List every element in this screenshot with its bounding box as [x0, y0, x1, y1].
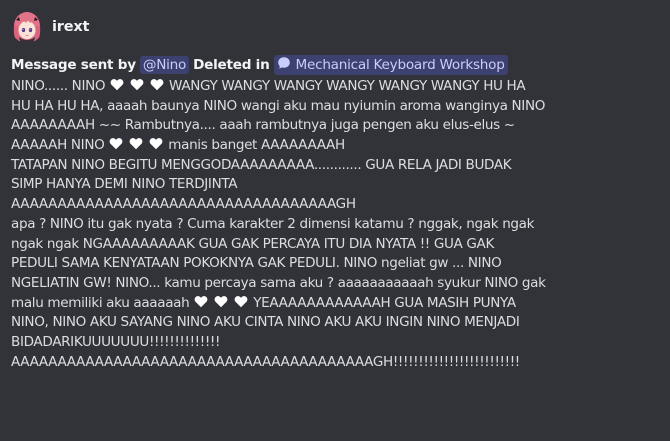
message-text [124, 137, 128, 153]
message-text [125, 78, 129, 94]
message-text: NINO...... NINO [11, 78, 110, 94]
channel-name: Mechanical Keyboard Workshop [295, 56, 505, 73]
message-text: AAAAAAAAAAAAAAAAAAAAAAAAAAAAAAAAAAAGH [11, 196, 356, 213]
white-heart-icon [150, 78, 164, 91]
message-line: ngak ngak NGAAAAAAAAAK GUA GAK PERCAYA I… [11, 235, 670, 255]
deleted-message-header: Message sent by @Nino Deleted in Mechani… [11, 53, 670, 76]
user-avatar[interactable] [11, 11, 43, 43]
message-line: NGELIATIN GW! NINO... kamu percaya sama … [11, 274, 670, 294]
message-text: BIDADARIKUUUUUUU!!!!!!!!!!!!!! [11, 333, 221, 350]
message-line: apa ? NINO itu gak nyata ? Cuma karakter… [11, 215, 670, 235]
message-line: HU HA HU HA, aaaah baunya NINO wangi aku… [11, 97, 670, 117]
user-mention[interactable]: @Nino [139, 55, 190, 74]
message-line: NINO, NINO AKU SAYANG NINO AKU CINTA NIN… [11, 313, 670, 333]
message-content: NINO...... NINO WANGY WANGY WANGY WANGY … [11, 77, 670, 372]
thread-bubble-icon [277, 56, 291, 74]
white-heart-icon [130, 78, 144, 91]
message-text: malu memiliki aku aaaaaah [11, 294, 194, 311]
message-text: AAAAAAAAH ~~ Rambutnya.... aaah rambutny… [11, 117, 515, 134]
white-heart-icon [110, 78, 124, 91]
message-text: ngak ngak NGAAAAAAAAAK GUA GAK PERCAYA I… [11, 235, 495, 252]
header-prefix: Message sent by [11, 56, 136, 73]
message-text: TATAPAN NINO BEGITU MENGGODAAAAAAAAA....… [11, 156, 512, 173]
deleted-label: Deleted in [193, 56, 270, 73]
message-line: TATAPAN NINO BEGITU MENGGODAAAAAAAAA....… [11, 156, 670, 176]
white-heart-icon [234, 295, 248, 308]
message-text: apa ? NINO itu gak nyata ? Cuma karakter… [11, 215, 535, 232]
white-heart-icon [214, 295, 228, 308]
message-container: irext Message sent by @Nino Deleted in M… [0, 0, 670, 441]
message-line: NINO...... NINO WANGY WANGY WANGY WANGY … [11, 77, 670, 97]
author-username[interactable]: irext [52, 19, 89, 35]
white-heart-icon [149, 137, 163, 150]
message-text: AAAAAAAAAAAAAAAAAAAAAAAAAAAAAAAAAAAAAAAG… [11, 353, 520, 370]
anime-avatar-icon [11, 11, 43, 43]
message-author-row: irext [11, 11, 670, 43]
message-line: AAAAAAAAAAAAAAAAAAAAAAAAAAAAAAAAAAAAAAAG… [11, 353, 670, 373]
message-text [229, 295, 233, 311]
message-text: manis banget AAAAAAAAH [164, 137, 345, 154]
message-line: SIMP HANYA DEMI NINO TERDJINTA [11, 175, 670, 195]
message-line: AAAAAAAAAAAAAAAAAAAAAAAAAAAAAAAAAAAGH [11, 195, 670, 215]
message-text: SIMP HANYA DEMI NINO TERDJINTA [11, 176, 238, 193]
message-line: AAAAAH NINO manis banget AAAAAAAAH [11, 136, 670, 156]
white-heart-icon [194, 295, 208, 308]
message-text: YEAAAAAAAAAAAAH GUA MASIH PUNYA [249, 294, 516, 311]
message-line: PEDULI SAMA KENYATAAN POKOKNYA GAK PEDUL… [11, 254, 670, 274]
message-line: BIDADARIKUUUUUUU!!!!!!!!!!!!!! [11, 333, 670, 353]
message-text [144, 137, 148, 153]
message-text: HU HA HU HA, aaaah baunya NINO wangi aku… [11, 97, 546, 114]
message-text: PEDULI SAMA KENYATAAN POKOKNYA GAK PEDUL… [11, 255, 502, 272]
message-text: NGELIATIN GW! NINO... kamu percaya sama … [11, 274, 546, 291]
message-line: AAAAAAAAH ~~ Rambutnya.... aaah rambutny… [11, 116, 670, 136]
message-text [145, 78, 149, 94]
message-text: AAAAAH NINO [11, 137, 109, 154]
white-heart-icon [109, 137, 123, 150]
message-text [209, 295, 213, 311]
white-heart-icon [129, 137, 143, 150]
message-line: malu memiliki aku aaaaaah YEAAAAAAAAAAAA… [11, 294, 670, 314]
channel-mention[interactable]: Mechanical Keyboard Workshop [273, 54, 508, 75]
message-text: NINO, NINO AKU SAYANG NINO AKU CINTA NIN… [11, 314, 520, 331]
message-text: WANGY WANGY WANGY WANGY WANGY WANGY HU H… [165, 78, 526, 94]
